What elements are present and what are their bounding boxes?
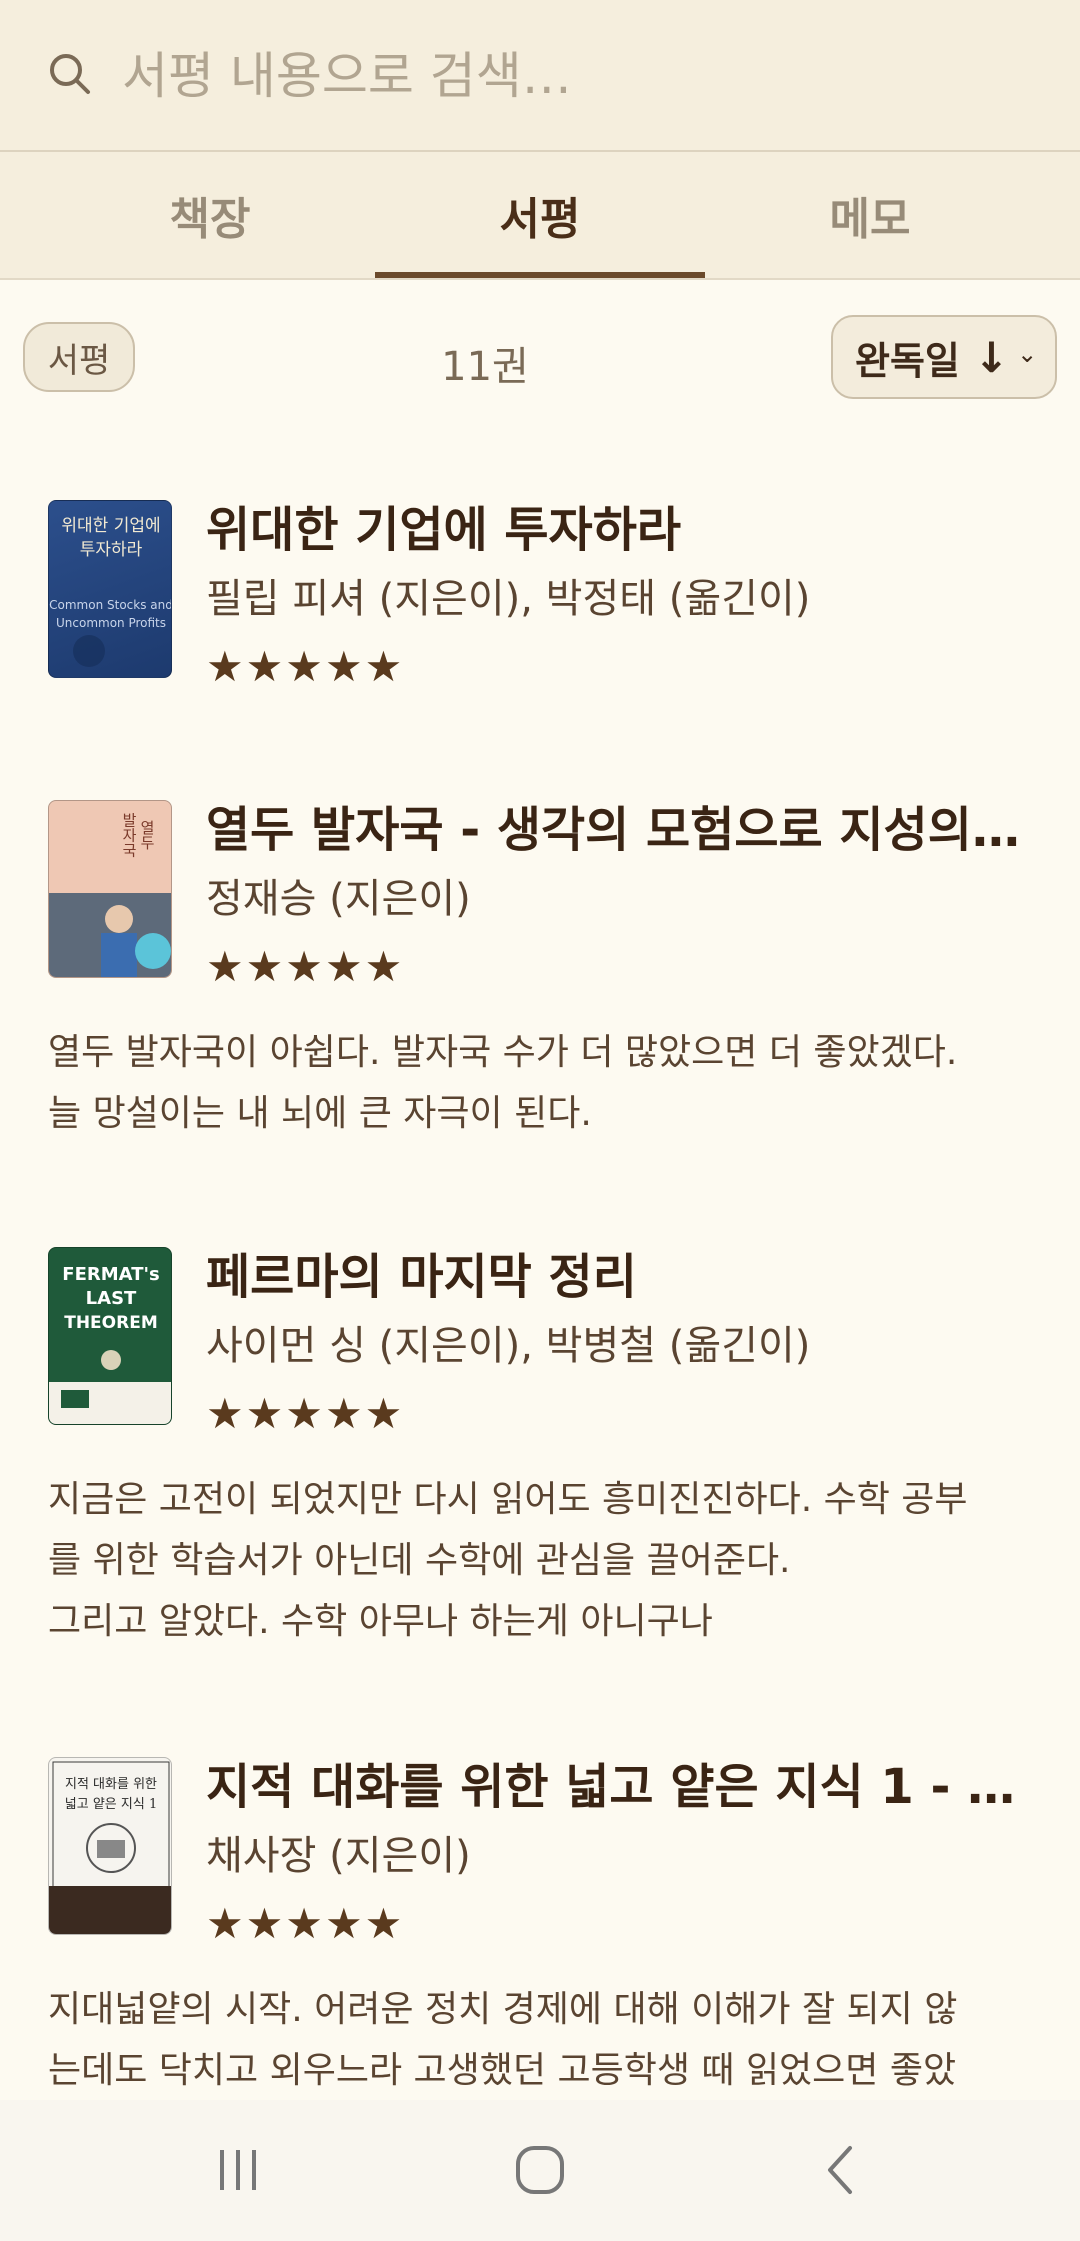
star-rating: ★★★★★	[206, 1389, 405, 1438]
svg-text:넓고 얕은 지식 1: 넓고 얕은 지식 1	[65, 1797, 157, 1812]
star-rating: ★★★★★	[206, 1899, 405, 1948]
star-rating: ★★★★★	[206, 642, 405, 691]
sort-label: 완독일	[855, 338, 960, 383]
search-icon	[50, 54, 90, 94]
book-authors: 정재승 (지은이)	[206, 876, 471, 922]
review-filter-chip[interactable]: 서평	[23, 322, 135, 392]
book-title: 지적 대화를 위한 넓고 얕은 지식 1 - …	[206, 1759, 1016, 1815]
chevron-down-icon: ⌄	[1017, 340, 1038, 368]
book-title: 위대한 기업에 투자하라	[206, 502, 682, 558]
star-rating: ★★★★★	[206, 942, 405, 991]
sort-direction-icon: ↓	[973, 332, 1010, 382]
tab-bookshelf[interactable]: 책장	[45, 152, 375, 278]
search-input[interactable]	[120, 40, 1024, 112]
svg-text:THEOREM: THEOREM	[64, 1313, 158, 1333]
svg-text:LAST: LAST	[86, 1288, 137, 1309]
book-title: 페르마의 마지막 정리	[206, 1249, 637, 1305]
svg-text:Common Stocks and: Common Stocks and	[49, 598, 172, 612]
svg-text:지적 대화를 위한: 지적 대화를 위한	[65, 1777, 157, 1792]
book-authors: 채사장 (지은이)	[206, 1833, 471, 1879]
active-tab-indicator	[375, 272, 705, 278]
sort-button[interactable]: 완독일 ↓ ⌄	[831, 315, 1057, 399]
review-text: 지금은 고전이 되었지만 다시 읽어도 흥미진진하다. 수학 공부 를 위한 학…	[48, 1479, 968, 1642]
tab-bar: 책장 서평 메모	[0, 152, 1080, 280]
book-cover: 위대한 기업에 투자하라 Common Stocks and Uncommon …	[48, 500, 172, 678]
tab-memos[interactable]: 메모	[705, 152, 1035, 278]
search-bar[interactable]	[0, 0, 1080, 152]
book-title: 열두 발자국 - 생각의 모험으로 지성의 …	[206, 802, 1036, 858]
book-cover: FERMAT's LAST THEOREM	[48, 1247, 172, 1425]
review-text: 지대넓얕의 시작. 어려운 정치 경제에 대해 이해가 잘 되지 않 는데도 닥…	[48, 1989, 958, 2091]
book-cover: 지적 대화를 위한 넓고 얕은 지식 1	[48, 1757, 172, 1935]
book-authors: 사이먼 싱 (지은이), 박병철 (옮긴이)	[206, 1323, 811, 1369]
book-cover: 열두 발자국	[48, 800, 172, 978]
book-authors: 필립 피셔 (지은이), 박정태 (옮긴이)	[206, 576, 811, 622]
review-text: 열두 발자국이 아쉽다. 발자국 수가 더 많았으면 더 좋았겠다. 늘 망설이…	[48, 1032, 958, 1134]
recent-apps-icon[interactable]	[208, 2140, 268, 2200]
home-icon[interactable]	[510, 2140, 570, 2200]
svg-text:열두: 열두	[138, 820, 156, 850]
svg-text:발자국: 발자국	[120, 813, 138, 858]
tab-reviews[interactable]: 서평	[375, 152, 705, 278]
svg-text:위대한 기업에: 위대한 기업에	[61, 516, 160, 536]
svg-text:투자하라: 투자하라	[80, 540, 143, 560]
back-icon[interactable]	[812, 2140, 872, 2200]
svg-text:Uncommon Profits: Uncommon Profits	[56, 616, 166, 630]
svg-text:FERMAT's: FERMAT's	[62, 1264, 159, 1285]
system-nav-bar	[0, 2100, 1080, 2241]
book-count: 11권	[441, 344, 529, 390]
